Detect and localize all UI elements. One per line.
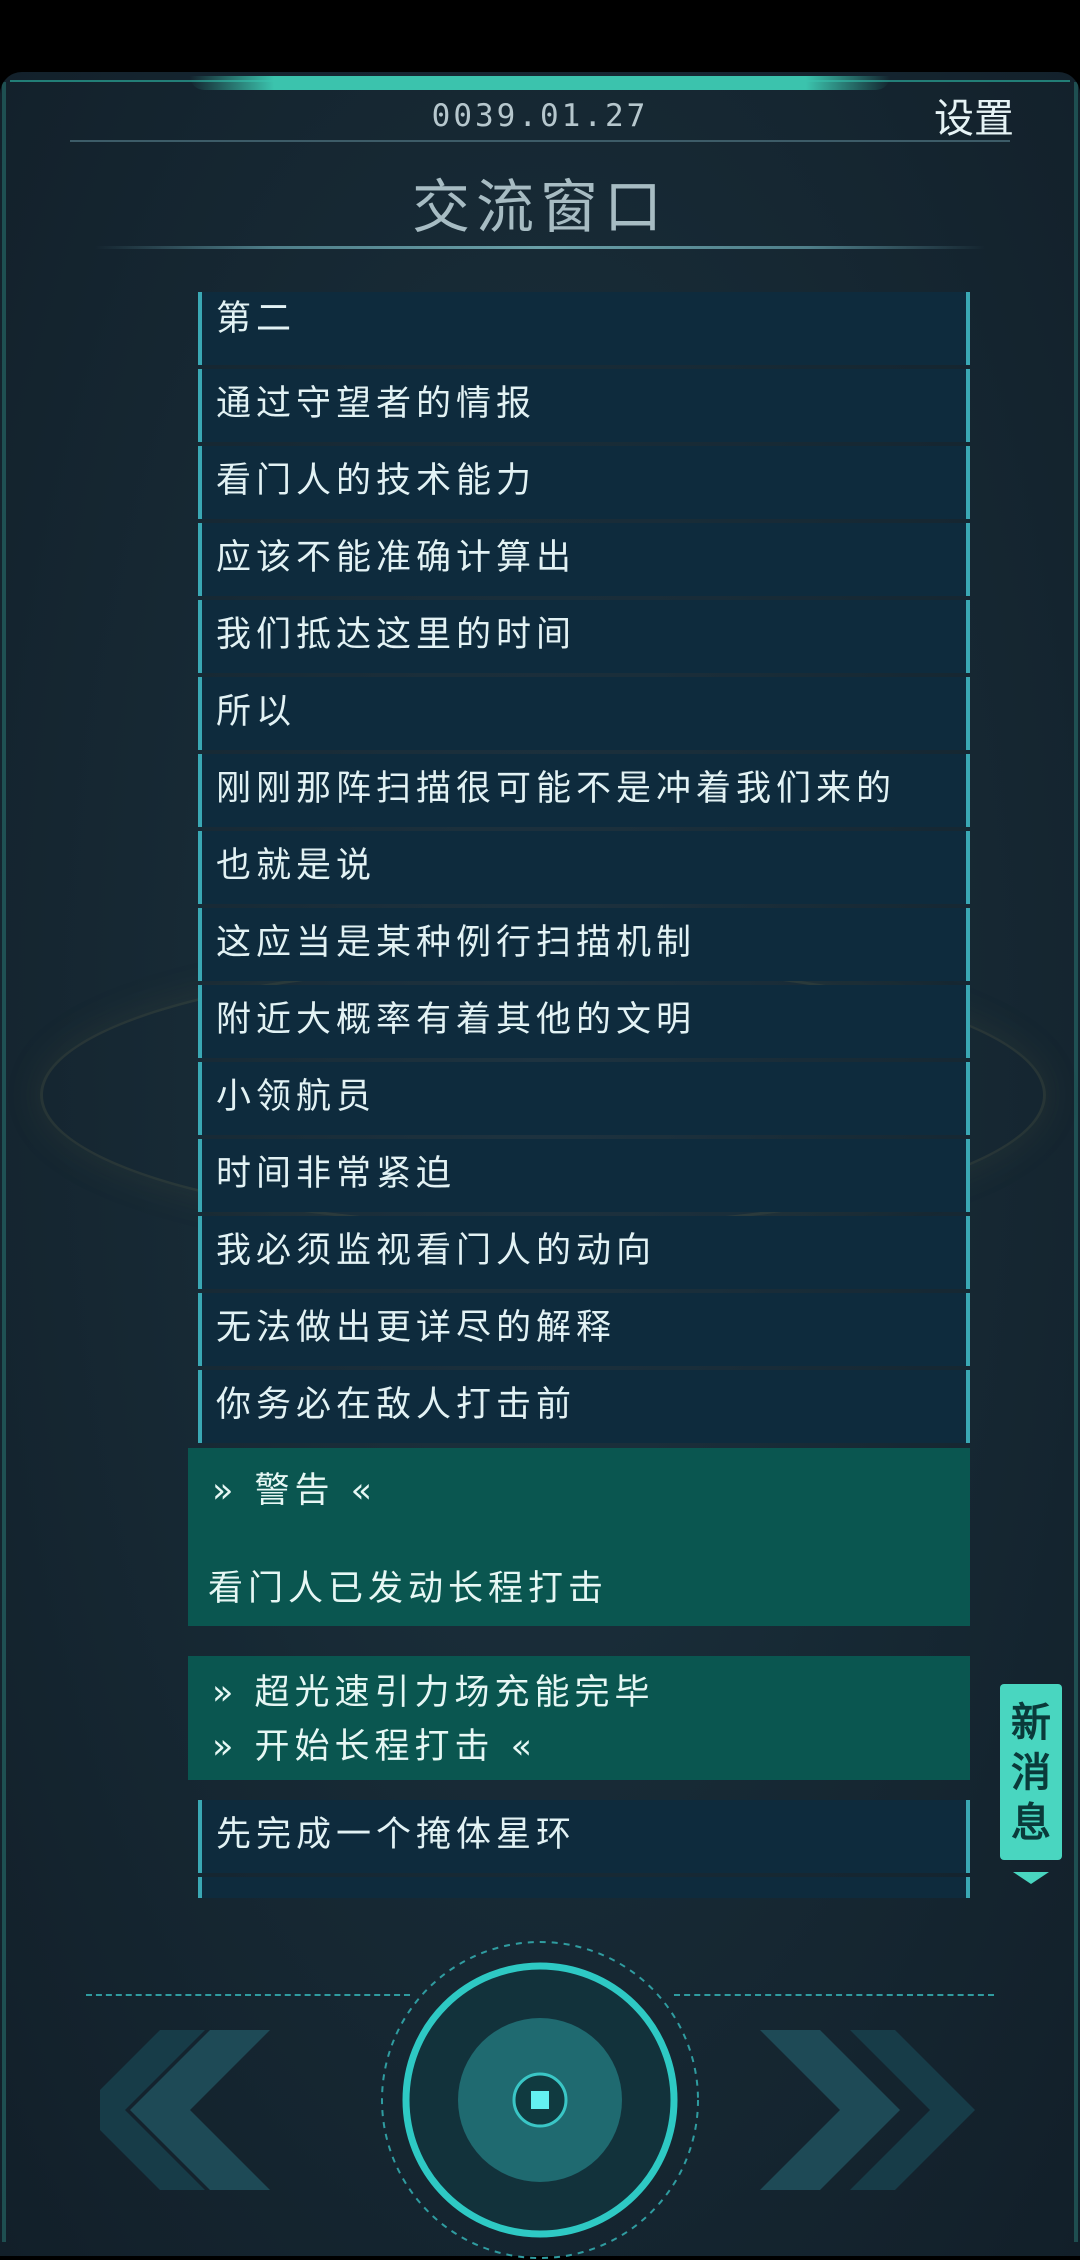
warning-alert: » 警告 « 看门人已发动长程打击 — [188, 1448, 970, 1626]
frame-left-edge — [2, 82, 6, 2242]
chat-message: 通过守望者的情报 — [198, 369, 970, 442]
chat-message-text: 通过守望者的情报 — [216, 384, 537, 424]
chat-message: 应该不能准确计算出 — [198, 523, 970, 596]
chat-message: 刚刚那阵扫描很可能不是冲着我们来的 — [198, 754, 970, 827]
chat-message: 我们抵达这里的时间 — [198, 600, 970, 673]
new-message-char: 息 — [1011, 1800, 1051, 1846]
chat-message: 时间非常紧迫 — [198, 1139, 970, 1212]
chat-message: 你务必在敌人打击前 — [198, 1370, 970, 1443]
frame-right-edge — [1074, 82, 1078, 2242]
chat-message-text: 先完成一个掩体星环 — [216, 1815, 577, 1855]
page-title: 交流窗口 — [411, 173, 668, 241]
chat-message-text: 所以 — [216, 692, 297, 732]
core-button-icon — [531, 2091, 549, 2109]
chat-message-text: 附近大概率有着其他的文明 — [216, 1000, 697, 1040]
status-bar — [0, 0, 1080, 72]
ftl-alert-line: » 超光速引力场充能完毕 — [212, 1673, 655, 1713]
chat-message: 也就是说 — [198, 831, 970, 904]
chat-message-text: 我们抵达这里的时间 — [216, 615, 577, 655]
chat-message: 无法做出更详尽的解释 — [198, 1293, 970, 1366]
bottom-dashed-line-right — [674, 1994, 994, 1996]
chat-message-text: 看门人的技术能力 — [216, 461, 537, 501]
chat-message-partial — [198, 1877, 970, 1898]
chat-message-text: 小领航员 — [216, 1077, 377, 1117]
chevron-down-icon[interactable] — [1013, 1872, 1049, 1884]
title-underline — [95, 246, 985, 249]
chat-message: 先完成一个掩体星环 — [198, 1800, 970, 1873]
chat-message: 第二 — [198, 292, 970, 365]
chat-message: 我必须监视看门人的动向 — [198, 1216, 970, 1289]
center-core-button[interactable] — [380, 1940, 700, 2260]
chat-message: 所以 — [198, 677, 970, 750]
settings-button[interactable]: 设置 — [934, 86, 1014, 144]
new-message-label: 新 消 息 — [1000, 1698, 1062, 1848]
chat-message-text: 刚刚那阵扫描很可能不是冲着我们来的 — [216, 769, 897, 809]
ftl-alert: » 超光速引力场充能完毕 » 开始长程打击 « — [188, 1656, 970, 1780]
chat-message-text: 时间非常紧迫 — [216, 1154, 457, 1194]
chat-message-text: 你务必在敌人打击前 — [216, 1385, 577, 1425]
bottom-dashed-line-left — [86, 1994, 410, 1996]
warning-heading: » 警告 « — [212, 1471, 378, 1511]
frame-top-accent — [190, 76, 890, 90]
chat-log[interactable]: 第二 通过守望者的情报 看门人的技术能力 应该不能准确计算出 我们抵达这里的时间… — [188, 292, 970, 1898]
chat-message-text: 无法做出更详尽的解释 — [216, 1308, 617, 1348]
chat-message: 小领航员 — [198, 1062, 970, 1135]
chat-message: 看门人的技术能力 — [198, 446, 970, 519]
header-divider — [70, 140, 1010, 142]
chat-message-text: 应该不能准确计算出 — [216, 538, 577, 578]
chat-message-text: 这应当是某种例行扫描机制 — [216, 923, 697, 963]
new-message-badge[interactable]: 新 消 息 — [1000, 1684, 1062, 1860]
new-message-char: 消 — [1011, 1750, 1051, 1796]
chat-message-text: 也就是说 — [216, 846, 377, 886]
double-chevron-left-icon[interactable] — [100, 2030, 320, 2190]
chat-message: 附近大概率有着其他的文明 — [198, 985, 970, 1058]
date-label: 0039.01.27 — [431, 98, 649, 134]
chat-message: 这应当是某种例行扫描机制 — [198, 908, 970, 981]
ftl-alert-line: » 开始长程打击 « — [212, 1727, 538, 1767]
double-chevron-right-icon[interactable] — [760, 2030, 980, 2190]
chat-message-text: 我必须监视看门人的动向 — [216, 1231, 657, 1271]
warning-body: 看门人已发动长程打击 — [208, 1569, 609, 1609]
new-message-char: 新 — [1011, 1700, 1051, 1746]
chat-message-text: 第二 — [216, 299, 297, 339]
